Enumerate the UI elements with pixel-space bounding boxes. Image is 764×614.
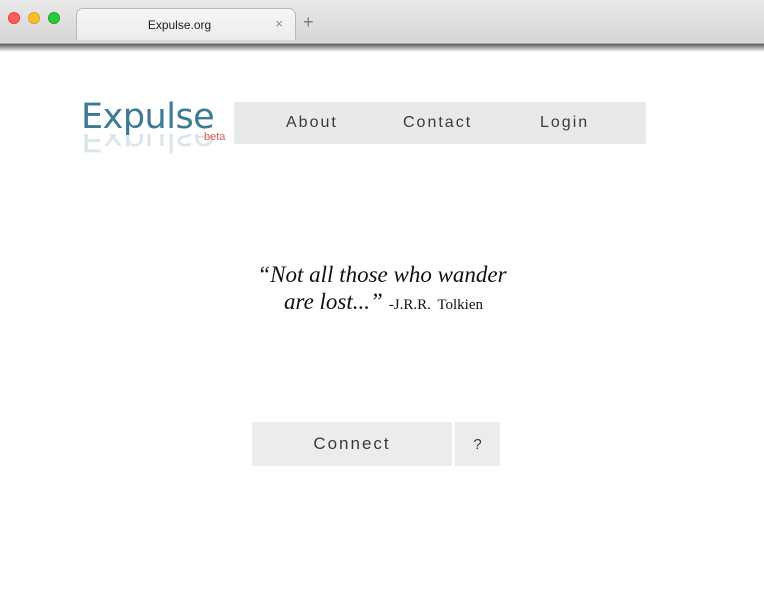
tab-title: Expulse.org bbox=[147, 18, 212, 32]
window-minimize-button[interactable] bbox=[28, 12, 40, 24]
toolbar-shadow bbox=[0, 44, 764, 52]
main-nav: About Contact Login bbox=[234, 102, 646, 144]
browser-toolbar: Expulse.org × + bbox=[0, 0, 764, 44]
browser-tab[interactable]: Expulse.org × bbox=[76, 8, 296, 40]
quote-line-2: are lost...” -J.R.R. Tolkien bbox=[200, 288, 564, 319]
nav-about-link[interactable]: About bbox=[286, 114, 338, 132]
logo[interactable]: Expulse Expulse beta bbox=[80, 97, 240, 161]
nav-login-link[interactable]: Login bbox=[540, 114, 589, 132]
quote-line-1: “Not all those who wander bbox=[257, 262, 507, 287]
logo-reflection: Expulse bbox=[81, 134, 215, 154]
beta-badge: beta bbox=[204, 131, 226, 143]
tab-close-icon[interactable]: × bbox=[275, 16, 283, 31]
connect-button[interactable]: Connect bbox=[252, 422, 452, 466]
quote-block: “Not all those who wander are lost...” -J… bbox=[200, 261, 564, 319]
window-maximize-button[interactable] bbox=[48, 12, 60, 24]
new-tab-icon[interactable]: + bbox=[303, 13, 314, 31]
window-close-button[interactable] bbox=[8, 12, 20, 24]
quote-line-2-text: are lost...” bbox=[283, 289, 383, 314]
logo-text: Expulse bbox=[81, 97, 215, 137]
help-button[interactable]: ? bbox=[455, 422, 500, 466]
quote-author: -J.R.R. Tolkien bbox=[388, 297, 483, 313]
nav-contact-link[interactable]: Contact bbox=[403, 114, 472, 132]
